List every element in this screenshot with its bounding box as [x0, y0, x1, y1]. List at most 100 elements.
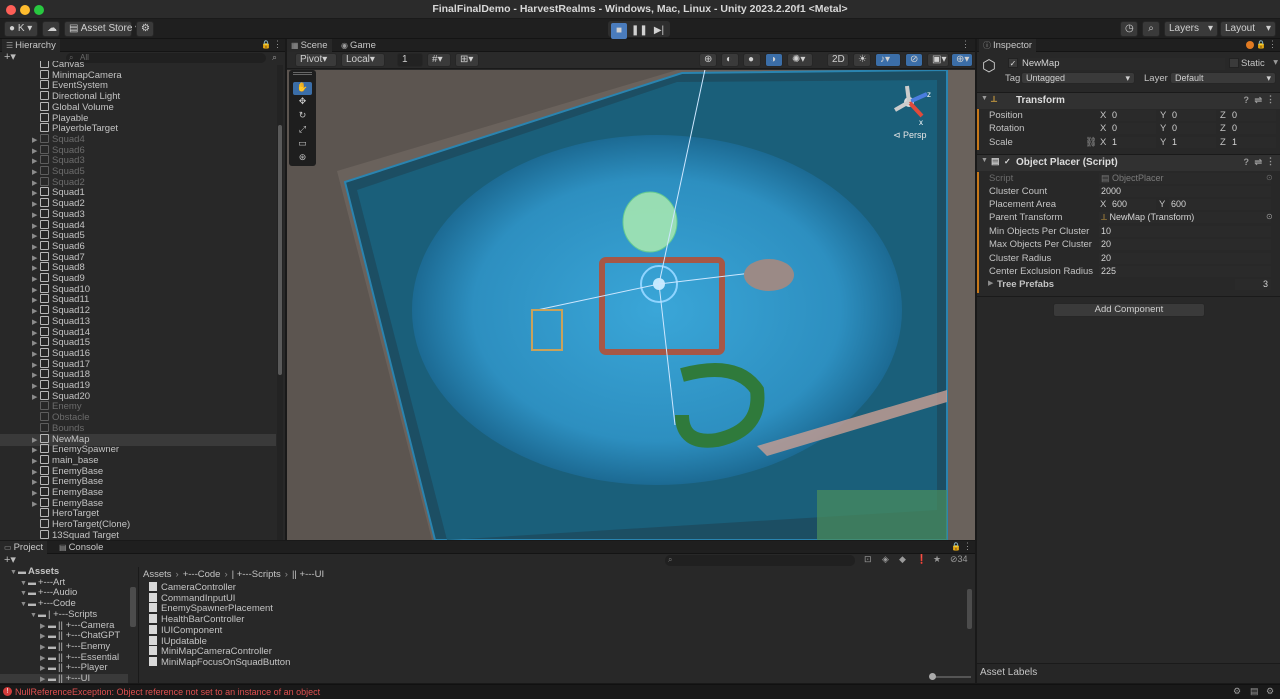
project-search-input[interactable]: ⌕ — [665, 555, 855, 566]
link-icon[interactable]: ⛓ — [1085, 137, 1097, 148]
object-name-field[interactable]: NewMap — [1020, 58, 1225, 70]
lighting-toggle[interactable]: ☀ — [853, 53, 871, 67]
file-list-scrollbar[interactable] — [967, 589, 972, 629]
object-picker-icon[interactable]: ⊙ — [1266, 173, 1273, 182]
preset-icon[interactable]: ⇌ — [1254, 95, 1262, 106]
cloud-button[interactable]: ☁ — [42, 21, 60, 37]
folder-tree-item[interactable]: ▶ ▬ || +---UI — [0, 673, 128, 683]
snap-toggle[interactable]: ⊞▾ — [455, 53, 479, 67]
preset-icon[interactable]: ⇌ — [1254, 157, 1262, 168]
chevron-right-icon[interactable]: ▶ — [988, 279, 993, 287]
lock-icon[interactable]: 🔒 — [261, 40, 271, 49]
lock-icon[interactable]: 🔒 — [951, 542, 961, 551]
local-dropdown[interactable]: Local▾ — [341, 53, 385, 67]
settings-icon[interactable]: ⚙ — [1266, 686, 1274, 697]
transform-tool[interactable]: ⊛ — [293, 152, 312, 165]
object-picker-icon[interactable]: ⊙ — [1266, 212, 1273, 221]
scene-viewport[interactable]: ✋ ✥ ↻ ⤢ ▭ ⊛ z x ⊲ Persp — [287, 70, 975, 540]
scale-x-field[interactable]: 1 — [1110, 136, 1156, 148]
active-checkbox[interactable]: ✓ — [1008, 58, 1018, 68]
cluster-count-field[interactable]: 2000 — [1099, 186, 1271, 197]
services-button[interactable]: ⚙ — [136, 21, 154, 37]
render-mode-dropdown[interactable]: ✺▾ — [787, 53, 813, 67]
panel-menu-icon[interactable]: ⋮ — [1268, 39, 1277, 50]
component-menu-icon[interactable]: ⋮ — [1266, 94, 1275, 105]
layers-dropdown[interactable]: Layers ▾ — [1164, 21, 1218, 37]
add-component-button[interactable]: Add Component — [1053, 303, 1205, 317]
orientation-gizmo[interactable]: z x ⊲ Persp — [887, 80, 937, 140]
account-dropdown[interactable]: ● K ▾ — [4, 21, 38, 37]
rotation-x-field[interactable]: 0 — [1110, 123, 1156, 135]
rotate-tool[interactable]: ↻ — [293, 110, 312, 123]
placement-y-field[interactable]: 600 — [1169, 199, 1271, 210]
move-tool[interactable]: ✥ — [293, 96, 312, 109]
stop-button[interactable]: ■ — [611, 23, 627, 39]
palette-grip[interactable] — [293, 72, 312, 75]
breadcrumb-item[interactable]: Assets — [143, 569, 172, 580]
view-options-button[interactable]: ⊕ — [699, 53, 717, 67]
favorite-icon[interactable]: ★ — [933, 554, 941, 565]
rect-tool[interactable]: ▭ — [293, 138, 312, 151]
breadcrumb-item[interactable]: +---Code — [183, 569, 221, 580]
layout-dropdown[interactable]: Layout ▾ — [1220, 21, 1276, 37]
status-bar[interactable]: ! NullReferenceException: Object referen… — [0, 684, 1280, 699]
scrollbar-thumb[interactable] — [278, 125, 282, 375]
position-x-field[interactable]: 0 — [1110, 110, 1156, 121]
hierarchy-scrollbar[interactable] — [277, 65, 283, 540]
scale-tool[interactable]: ⤢ — [293, 124, 312, 137]
tab-game[interactable]: ◉ Game — [337, 39, 380, 52]
shading-wire-button[interactable]: ◐ — [721, 53, 739, 67]
min-objects-field[interactable]: 10 — [1099, 226, 1271, 237]
step-button[interactable]: ▶| — [651, 23, 667, 39]
center-exclusion-field[interactable]: 225 — [1099, 266, 1271, 277]
label-icon[interactable]: ◆ — [899, 554, 906, 565]
scale-y-field[interactable]: 1 — [1170, 136, 1216, 148]
search-by-type-icon[interactable]: ⊡ — [864, 554, 872, 565]
zoom-slider-thumb[interactable] — [929, 673, 936, 680]
help-icon[interactable]: ? — [1244, 95, 1250, 105]
search-button[interactable]: ⌕ — [1142, 21, 1160, 37]
tag-dropdown[interactable]: Untagged ▾ — [1021, 72, 1135, 84]
parent-transform-field[interactable]: ⟂ NewMap (Transform) — [1099, 212, 1271, 223]
breadcrumb-item[interactable]: | +---Scripts — [232, 569, 281, 580]
max-objects-field[interactable]: 20 — [1099, 239, 1271, 250]
warning-icon[interactable]: ❗ — [916, 554, 927, 565]
hidden-packages-icon[interactable]: ⊘34 — [950, 554, 968, 565]
position-z-field[interactable]: 0 — [1230, 110, 1276, 121]
static-dropdown[interactable]: ▾ — [1273, 57, 1278, 68]
component-menu-icon[interactable]: ⋮ — [1266, 156, 1275, 167]
panel-menu-icon[interactable]: ⋮ — [961, 39, 970, 50]
hierarchy-item[interactable]: 13Squad Target — [0, 529, 276, 540]
status-error-text[interactable]: NullReferenceException: Object reference… — [15, 687, 320, 697]
grid-toggle[interactable]: #▾ — [427, 53, 451, 67]
rotation-z-field[interactable]: 0 — [1230, 123, 1276, 135]
tab-inspector[interactable]: ⓘ Inspector — [979, 39, 1037, 52]
enabled-checkbox[interactable]: ✓ — [1004, 158, 1013, 167]
history-button[interactable]: ◷ — [1120, 21, 1138, 37]
search-by-label-icon[interactable]: ◈ — [882, 554, 889, 565]
mode-2d-toggle[interactable]: 2D — [827, 53, 849, 67]
notification-icon[interactable] — [1246, 41, 1254, 49]
lock-icon[interactable]: 🔒 — [1256, 40, 1266, 49]
camera-dropdown[interactable]: ▣▾ — [927, 53, 949, 67]
cluster-radius-field[interactable]: 20 — [1099, 253, 1271, 264]
static-checkbox[interactable] — [1229, 58, 1239, 68]
asset-labels-bar[interactable]: Asset Labels — [977, 663, 1280, 683]
breadcrumb-item[interactable]: || +---UI — [292, 569, 324, 580]
chevron-right-icon[interactable]: ▶ — [40, 675, 48, 683]
shading-lit-button[interactable]: ◑ — [765, 53, 783, 67]
tab-scene[interactable]: ▦ Scene — [287, 39, 332, 52]
rotation-y-field[interactable]: 0 — [1170, 123, 1216, 135]
grid-snap-input[interactable]: 1 — [397, 53, 423, 67]
gizmos-dropdown[interactable]: ⊕▾ — [951, 53, 973, 67]
tree-scrollbar[interactable] — [130, 587, 136, 627]
tree-prefabs-label[interactable]: Tree Prefabs — [997, 279, 1054, 290]
asset-store-dropdown[interactable]: ▤ Asset Store ▾ — [64, 21, 140, 37]
shading-shaded-button[interactable]: ● — [743, 53, 761, 67]
visibility-toggle[interactable]: ⊘ — [905, 53, 923, 67]
pause-button[interactable]: ❚❚ — [631, 23, 648, 39]
debug-icon[interactable]: ⚙ — [1233, 686, 1241, 697]
position-y-field[interactable]: 0 — [1170, 110, 1216, 121]
file-item[interactable]: MiniMapFocusOnSquadButton — [149, 656, 290, 669]
pivot-dropdown[interactable]: Pivot▾ — [295, 53, 337, 67]
